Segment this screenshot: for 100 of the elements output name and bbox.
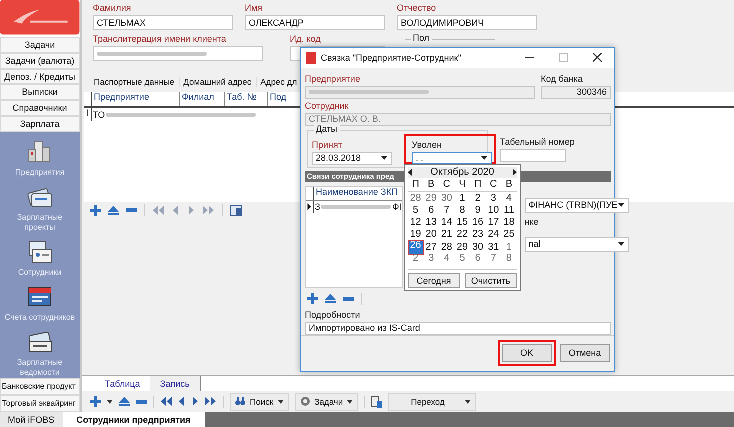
input-field[interactable]: Импортировано из IS-Card	[305, 322, 611, 335]
date-field[interactable]: . .	[412, 152, 492, 164]
add-icon[interactable]	[307, 293, 318, 304]
calendar-day[interactable]: 20	[424, 228, 440, 240]
previous-month-icon[interactable]	[408, 169, 412, 176]
calendar-day[interactable]: 12	[408, 216, 424, 228]
calendar-day[interactable]: 2	[408, 252, 424, 264]
sidebar-item[interactable]: Зарплата	[0, 116, 80, 132]
input-field[interactable]: ОЛЕКСАНДР	[245, 15, 385, 30]
remove-icon[interactable]	[136, 400, 147, 404]
last-icon[interactable]	[205, 397, 217, 406]
ok-button[interactable]: OK	[502, 344, 552, 362]
calendar-day[interactable]: 9	[470, 204, 486, 216]
close-icon[interactable]	[593, 53, 602, 62]
column-header[interactable]: Под	[268, 92, 300, 106]
column-header[interactable]: Филиал	[180, 92, 225, 106]
dropdown[interactable]: nal	[524, 236, 629, 252]
caret-icon[interactable]	[481, 156, 488, 160]
document-icon[interactable]	[371, 396, 382, 408]
input-field[interactable]: ВОЛОДИМИРОВИЧ	[397, 15, 537, 30]
calendar-day[interactable]: 5	[408, 204, 424, 216]
calendar-day[interactable]: 3	[486, 192, 502, 204]
card-icon[interactable]	[26, 330, 54, 354]
add-icon[interactable]	[90, 204, 101, 216]
next-month-icon[interactable]	[512, 169, 517, 176]
eject-icon[interactable]	[108, 206, 119, 214]
calendar-day[interactable]: 7	[439, 204, 455, 216]
eject-icon[interactable]	[119, 397, 130, 406]
calendar-day[interactable]: 13	[424, 216, 440, 228]
calendar-day[interactable]: 29	[454, 242, 470, 253]
calendar-day[interactable]: 24	[486, 228, 502, 240]
calendar-day[interactable]: 17	[486, 216, 502, 228]
calendar-day[interactable]: 26	[408, 240, 424, 255]
calendar-day[interactable]: 15	[454, 216, 470, 228]
calendar-day[interactable]: 10	[486, 204, 502, 216]
next-icon[interactable]	[192, 397, 198, 406]
input-field[interactable]	[93, 46, 263, 61]
caret-icon[interactable]	[618, 242, 625, 246]
remove-icon[interactable]	[343, 296, 354, 301]
column-header[interactable]: Наименование ЗКП	[314, 186, 398, 200]
eject-icon[interactable]	[325, 294, 336, 304]
calendar-day[interactable]: 28	[439, 242, 455, 253]
calendar-day[interactable]: 28	[408, 192, 424, 204]
clear-button[interactable]: Очистить	[465, 273, 517, 288]
calendar-day[interactable]: 1	[501, 242, 517, 253]
add-icon[interactable]	[90, 396, 101, 407]
calendar-day[interactable]: 6	[424, 204, 440, 216]
caret-icon[interactable]	[107, 400, 113, 404]
sidebar-item[interactable]: Задачи (валюта)	[0, 52, 80, 69]
sidebar-item[interactable]: Справочники	[0, 100, 80, 116]
calendar-day[interactable]: 31	[486, 242, 502, 253]
first-icon[interactable]	[160, 397, 172, 406]
calendar-day[interactable]: 16	[470, 216, 486, 228]
tab[interactable]: Домашний адрес	[180, 77, 257, 87]
sidebar-item[interactable]: Торговый эквайринг	[0, 395, 80, 412]
cancel-button[interactable]: Отмена	[560, 344, 610, 362]
input-field[interactable]: СТЕЛЬМАХ О. В.	[305, 112, 611, 126]
column-header[interactable]: Таб. №	[225, 92, 268, 106]
calendar-day[interactable]: 1	[454, 192, 470, 204]
calendar-day[interactable]: 11	[501, 204, 517, 216]
calendar-day[interactable]: 8	[501, 252, 517, 264]
toolbar-button[interactable]: Переход	[388, 392, 476, 410]
window-icon[interactable]	[230, 204, 242, 216]
calendar-day[interactable]: 22	[454, 228, 470, 240]
input-field[interactable]	[500, 148, 566, 162]
previous-icon[interactable]	[179, 397, 185, 406]
caret-icon[interactable]	[381, 156, 388, 160]
calendar-day[interactable]: 6	[470, 252, 486, 264]
calendar-day[interactable]: 14	[439, 216, 455, 228]
calendar-day[interactable]: 3	[424, 252, 440, 264]
calendar-day[interactable]: 4	[439, 252, 455, 264]
card-icon[interactable]	[26, 285, 54, 310]
calendar-day[interactable]: 30	[439, 192, 455, 204]
sidebar-item[interactable]: Выписки	[0, 84, 80, 100]
input-field[interactable]: СТЕЛЬМАХ	[93, 15, 233, 30]
tab[interactable]: Запись	[150, 376, 201, 391]
calendar-day[interactable]: 21	[439, 228, 455, 240]
calendar-day[interactable]: 5	[454, 252, 470, 264]
calendar-day[interactable]: 8	[454, 204, 470, 216]
input-field[interactable]	[305, 86, 535, 99]
calendar-day[interactable]: 30	[470, 242, 486, 253]
calendar-day[interactable]: 18	[501, 216, 517, 228]
tab[interactable]: Паспортные данные	[90, 77, 180, 87]
calendar-day[interactable]: 19	[408, 228, 424, 240]
date-field[interactable]: 28.03.2018	[312, 152, 392, 165]
calendar-day[interactable]: 2	[470, 192, 486, 204]
calendar-day[interactable]: 27	[424, 242, 440, 253]
dropdown[interactable]: ФІНАНС (TRBN)(ПУЕ	[524, 198, 629, 213]
calendar-day[interactable]: 29	[424, 192, 440, 204]
tab[interactable]: Мой iFOBS	[0, 412, 63, 427]
column-header[interactable]: Предприятие	[92, 92, 180, 106]
sidebar-item[interactable]: Банковские продукт	[0, 378, 80, 396]
calendar-day[interactable]: 7	[486, 252, 502, 264]
today-button[interactable]: Сегодня	[408, 273, 460, 288]
calendar-day[interactable]: 4	[501, 192, 517, 204]
sidebar-item[interactable]: Задачи	[0, 36, 80, 53]
calendar-day[interactable]: 25	[501, 228, 517, 240]
sidebar-item[interactable]: Депоз. / Кредиты	[0, 68, 80, 84]
input-field[interactable]: 300346	[541, 86, 611, 99]
toolbar-button[interactable]: Поиск	[230, 392, 289, 410]
